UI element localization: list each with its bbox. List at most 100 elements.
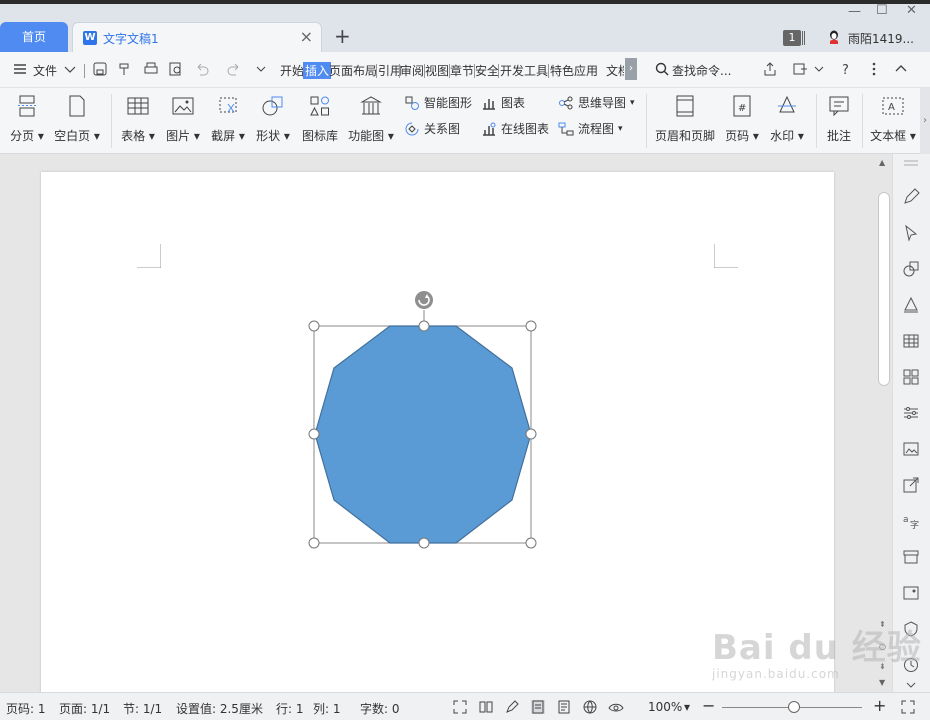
eye-protection-icon[interactable] xyxy=(608,699,624,715)
status-row[interactable]: 行: 1 xyxy=(276,700,304,717)
archive-icon[interactable] xyxy=(902,548,920,566)
status-section[interactable]: 节: 1/1 xyxy=(123,700,162,717)
resize-handle-bottom[interactable] xyxy=(418,537,430,549)
resize-handle-top[interactable] xyxy=(418,320,430,332)
more-icon[interactable] xyxy=(866,61,882,77)
image-panel-icon[interactable] xyxy=(902,440,920,458)
history-icon[interactable] xyxy=(902,656,920,674)
rotate-handle-icon[interactable] xyxy=(415,291,433,309)
tab-insert[interactable]: 插入 xyxy=(303,62,332,79)
zoom-in-icon[interactable]: + xyxy=(873,696,886,715)
status-pages[interactable]: 页面: 1/1 xyxy=(59,700,110,717)
user-avatar-icon[interactable] xyxy=(828,30,840,44)
translate-icon[interactable]: a字 xyxy=(902,512,920,530)
comment-button[interactable]: 批注 xyxy=(822,94,856,144)
maximize-icon[interactable]: ☐ xyxy=(876,3,888,18)
quick-access-dropdown-icon[interactable] xyxy=(253,61,269,77)
chevron-down-icon[interactable] xyxy=(902,680,920,690)
save-icon[interactable] xyxy=(92,61,108,77)
cursor-select-icon[interactable] xyxy=(902,224,920,242)
format-painter-icon[interactable] xyxy=(117,61,133,77)
file-menu[interactable]: 文件 xyxy=(33,62,57,79)
panel-grip-icon[interactable] xyxy=(902,158,920,168)
flowchart-button[interactable]: 流程图 ▾ xyxy=(558,120,623,137)
zoom-out-icon[interactable]: − xyxy=(702,696,715,715)
online-chart-button[interactable]: 在线图表 xyxy=(481,120,549,137)
textbox-button[interactable]: A 文本框 ▾ xyxy=(868,94,918,144)
writing-mode-icon[interactable] xyxy=(504,699,520,715)
help-icon[interactable]: ? xyxy=(838,61,854,77)
page-number-button[interactable]: # 页码 ▾ xyxy=(724,94,760,144)
fullscreen-icon[interactable] xyxy=(452,699,468,715)
chevron-down-icon[interactable] xyxy=(811,61,827,77)
vertical-scrollbar[interactable]: ▲ ⇞ ○ ⇟ ▼ xyxy=(876,154,892,692)
select-browse-object-icon[interactable]: ○ xyxy=(879,642,886,651)
print-preview-icon[interactable] xyxy=(168,61,184,77)
web-view-icon[interactable] xyxy=(582,699,598,715)
shapes-panel-icon[interactable] xyxy=(902,260,920,278)
icon-library-button[interactable]: 图标库 xyxy=(300,94,340,144)
table-button[interactable]: 表格 ▾ xyxy=(120,94,156,144)
resize-handle-bottom-right[interactable] xyxy=(525,537,537,549)
tab-review[interactable]: 审阅 xyxy=(400,62,424,79)
fit-page-icon[interactable] xyxy=(900,699,916,715)
adjust-settings-icon[interactable] xyxy=(902,404,920,422)
pen-icon[interactable] xyxy=(902,188,920,206)
table-panel-icon[interactable] xyxy=(902,332,920,350)
user-name[interactable]: 雨陌1419... xyxy=(848,30,914,47)
search-icon[interactable] xyxy=(654,61,670,77)
resize-handle-left[interactable] xyxy=(308,428,320,440)
hamburger-menu-icon[interactable] xyxy=(12,61,28,77)
collapse-ribbon-icon[interactable] xyxy=(893,61,909,77)
reading-mode-icon[interactable] xyxy=(478,699,494,715)
selected-shape[interactable] xyxy=(303,282,543,554)
apps-grid-icon[interactable] xyxy=(902,368,920,386)
resize-handle-bottom-left[interactable] xyxy=(308,537,320,549)
watermark-button[interactable]: 水印 ▾ xyxy=(769,94,805,144)
picture-panel-icon[interactable] xyxy=(902,584,920,602)
share-icon[interactable] xyxy=(762,61,778,77)
new-tab-button[interactable]: + xyxy=(334,24,351,48)
document-page[interactable] xyxy=(41,172,834,702)
ribbon-scroll-right-icon[interactable]: › xyxy=(920,88,930,154)
status-column[interactable]: 列: 1 xyxy=(313,700,341,717)
tab-document[interactable]: W 文字文稿1 × xyxy=(72,22,322,52)
scroll-up-icon[interactable]: ▲ xyxy=(879,158,885,167)
page-break-button[interactable]: 分页 ▾ xyxy=(8,94,46,144)
notification-badge[interactable]: 1 xyxy=(783,30,801,46)
text-style-icon[interactable] xyxy=(902,296,920,314)
share-panel-icon[interactable] xyxy=(902,476,920,494)
close-tab-icon[interactable]: × xyxy=(300,27,313,46)
zoom-dropdown-icon[interactable]: ▾ xyxy=(684,700,690,714)
zoom-slider-handle[interactable] xyxy=(788,701,800,713)
blank-page-button[interactable]: 空白页 ▾ xyxy=(52,94,102,144)
status-word-count[interactable]: 字数: 0 xyxy=(360,700,400,717)
print-icon[interactable] xyxy=(143,61,159,77)
tab-special[interactable]: 特色应用 xyxy=(550,62,598,79)
tab-scroll-right-icon[interactable]: › xyxy=(625,58,637,80)
screenshot-button[interactable]: 截屏 ▾ xyxy=(210,94,246,144)
tab-view[interactable]: 视图 xyxy=(425,62,449,79)
status-setting[interactable]: 设置值: 2.5厘米 xyxy=(176,700,263,717)
resize-handle-top-left[interactable] xyxy=(308,320,320,332)
redo-icon[interactable] xyxy=(226,61,242,77)
page-down-icon[interactable]: ⇟ xyxy=(879,662,886,671)
resize-handle-right[interactable] xyxy=(525,428,537,440)
export-icon[interactable] xyxy=(792,61,808,77)
relation-chart-button[interactable]: 关系图 xyxy=(404,120,460,137)
shield-icon[interactable] xyxy=(902,620,920,638)
scrollbar-thumb[interactable] xyxy=(878,192,890,386)
tab-start[interactable]: 开始 xyxy=(280,62,304,79)
header-footer-button[interactable]: 页眉和页脚 xyxy=(652,94,718,144)
resize-handle-top-right[interactable] xyxy=(525,320,537,332)
mindmap-button[interactable]: 思维导图 ▾ xyxy=(558,94,635,111)
tab-home[interactable]: 首页 xyxy=(0,22,68,52)
close-window-icon[interactable]: ✕ xyxy=(906,3,917,18)
chevron-down-icon[interactable] xyxy=(62,61,78,77)
tab-document-tools[interactable]: 文档 xyxy=(606,62,624,79)
command-search[interactable]: 查找命令... xyxy=(672,62,731,79)
tab-developer[interactable]: 开发工具 xyxy=(500,62,548,79)
scroll-down-icon[interactable]: ▼ xyxy=(879,678,885,687)
tab-chapter[interactable]: 章节 xyxy=(450,62,474,79)
decagon-shape[interactable] xyxy=(314,325,532,544)
